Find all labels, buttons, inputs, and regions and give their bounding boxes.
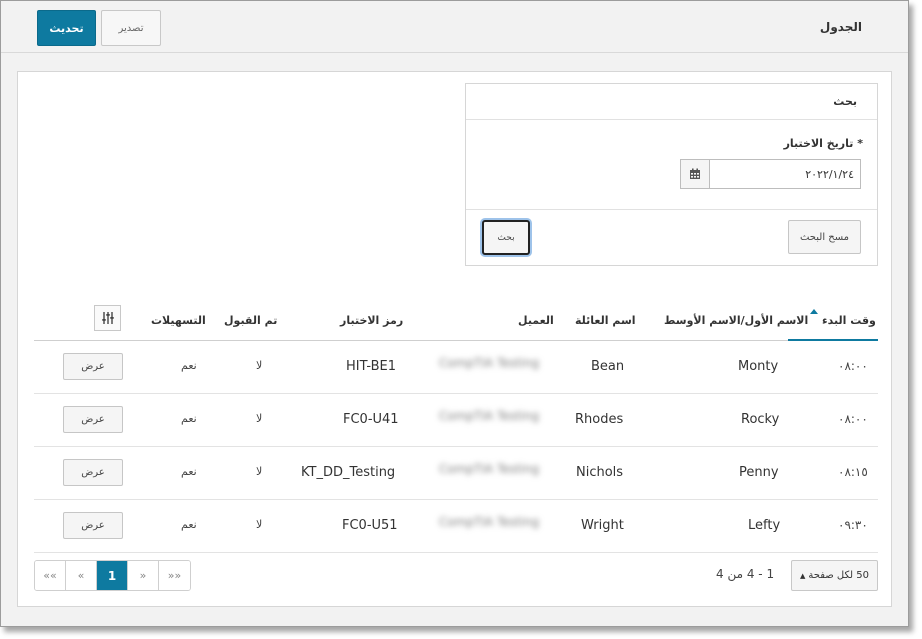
table-row: عرض نعم لا FC0-U41 CompTIA Testing Rhode… — [34, 394, 878, 447]
cell-accommodations: نعم — [181, 518, 197, 531]
cell-client-blurred: CompTIA Testing — [439, 409, 540, 423]
export-button[interactable]: تصدير — [101, 10, 161, 46]
result-count: 1 - 4 من 4 — [716, 567, 775, 581]
cell-accommodations: نعم — [181, 465, 197, 478]
caret-up-icon: ▲ — [800, 571, 806, 580]
pagination: «« « 1 » »» — [34, 560, 191, 591]
calendar-icon — [690, 168, 700, 179]
cell-accepted: لا — [256, 518, 263, 531]
next-page-button[interactable]: » — [128, 561, 159, 590]
per-page-label: 50 لكل صفحة — [808, 570, 869, 581]
prev-page-button[interactable]: « — [66, 561, 97, 590]
cell-client-blurred: CompTIA Testing — [439, 356, 540, 370]
search-panel: بحث تاريخ الاختبار * بحث مسح ا — [465, 83, 878, 266]
cell-last-name: Nichols — [576, 465, 624, 480]
cell-client-blurred: CompTIA Testing — [439, 515, 540, 529]
cell-client-blurred: CompTIA Testing — [439, 462, 540, 476]
test-date-input[interactable] — [709, 159, 861, 189]
header-accepted[interactable]: تم القبول — [224, 314, 277, 327]
cell-accepted: لا — [256, 359, 263, 372]
calendar-button[interactable] — [680, 159, 710, 189]
header-client[interactable]: العميل — [518, 314, 554, 327]
cell-last-name: Wright — [581, 518, 624, 533]
cell-start-time: ٠٨:٠٠ — [838, 359, 868, 373]
header-last-name[interactable]: اسم العائلة — [575, 314, 636, 327]
cell-start-time: ٠٨:١٥ — [838, 465, 868, 479]
table-row: عرض نعم لا FC0-U51 CompTIA Testing Wrigh… — [34, 500, 878, 553]
page-title: الجدول — [819, 20, 862, 34]
search-panel-header: بحث — [466, 84, 877, 120]
cell-accepted: لا — [256, 465, 263, 478]
view-button[interactable]: عرض — [63, 459, 123, 486]
top-toolbar: تحديث تصدير الجدول — [1, 1, 908, 53]
sliders-icon — [101, 312, 114, 324]
cell-accepted: لا — [256, 412, 263, 425]
header-accommodations[interactable]: التسهيلات — [151, 314, 206, 327]
last-page-button[interactable]: »» — [159, 561, 190, 590]
search-button[interactable]: بحث — [482, 220, 530, 255]
cell-last-name: Rhodes — [575, 412, 624, 427]
view-button[interactable]: عرض — [63, 406, 123, 433]
search-panel-divider — [466, 209, 877, 210]
cell-first-name: Rocky — [741, 412, 780, 427]
cell-first-name: Penny — [739, 465, 779, 480]
view-button[interactable]: عرض — [63, 512, 123, 539]
table-header: التسهيلات تم القبول رمز الاختبار العميل … — [34, 302, 878, 341]
main-content: بحث تاريخ الاختبار * بحث مسح ا — [17, 71, 892, 607]
table-row: عرض نعم لا HIT-BE1 CompTIA Testing Bean … — [34, 341, 878, 394]
column-settings-button[interactable] — [94, 305, 121, 331]
search-panel-title: بحث — [833, 95, 857, 108]
cell-first-name: Lefty — [748, 518, 781, 533]
cell-accommodations: نعم — [181, 412, 197, 425]
header-test-code[interactable]: رمز الاختبار — [340, 314, 403, 327]
cell-start-time: ٠٨:٠٠ — [838, 412, 868, 426]
cell-accommodations: نعم — [181, 359, 197, 372]
table-row: عرض نعم لا KT_DD_Testing CompTIA Testing… — [34, 447, 878, 500]
first-page-button[interactable]: «« — [35, 561, 66, 590]
cell-test-code: FC0-U41 — [343, 412, 399, 427]
cell-first-name: Monty — [738, 359, 779, 374]
cell-last-name: Bean — [591, 359, 625, 374]
cell-test-code: HIT-BE1 — [346, 359, 396, 374]
refresh-button[interactable]: تحديث — [37, 10, 96, 46]
per-page-dropdown[interactable]: ▲ 50 لكل صفحة — [791, 560, 878, 591]
cell-start-time: ٠٩:٣٠ — [838, 518, 868, 532]
cell-test-code: FC0-U51 — [342, 518, 398, 533]
page-1-button[interactable]: 1 — [97, 561, 128, 590]
app-window: تحديث تصدير الجدول بحث تاريخ الاختبار * — [0, 0, 909, 627]
view-button[interactable]: عرض — [63, 353, 123, 380]
header-first-middle-name[interactable]: الاسم الأول/الاسم الأوسط — [664, 314, 808, 327]
cell-test-code: KT_DD_Testing — [301, 465, 396, 480]
sort-ascending-icon — [810, 309, 818, 314]
header-start-time[interactable]: وقت البدء — [822, 314, 876, 327]
test-date-label: تاريخ الاختبار * — [783, 137, 863, 150]
clear-search-button[interactable]: مسح البحث — [788, 220, 861, 254]
